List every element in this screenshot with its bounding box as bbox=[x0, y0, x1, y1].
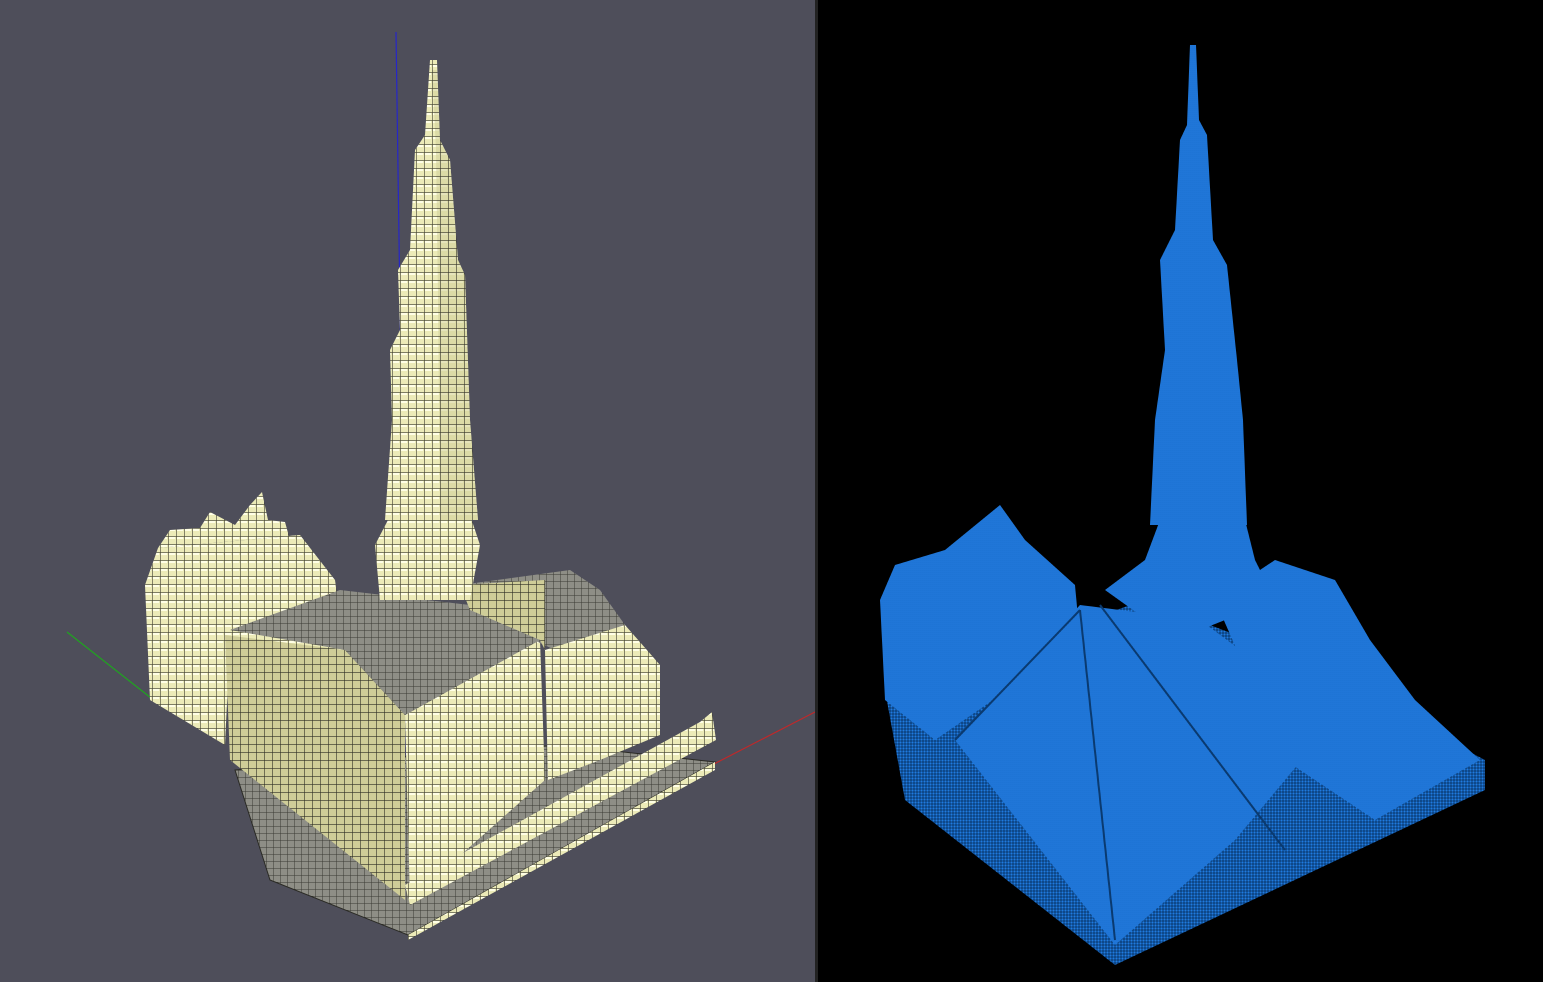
point-cloud-canvas[interactable] bbox=[815, 0, 1543, 982]
x-axis-line bbox=[711, 711, 815, 766]
voxel-canvas[interactable] bbox=[0, 0, 815, 982]
dual-viewport-app bbox=[0, 0, 1543, 982]
tower-base bbox=[375, 512, 480, 600]
point-cloud-viewport[interactable] bbox=[815, 0, 1543, 982]
pc-tower-shaft bbox=[1150, 45, 1247, 525]
voxel-viewport[interactable] bbox=[0, 0, 815, 982]
y-axis-line bbox=[66, 631, 161, 706]
